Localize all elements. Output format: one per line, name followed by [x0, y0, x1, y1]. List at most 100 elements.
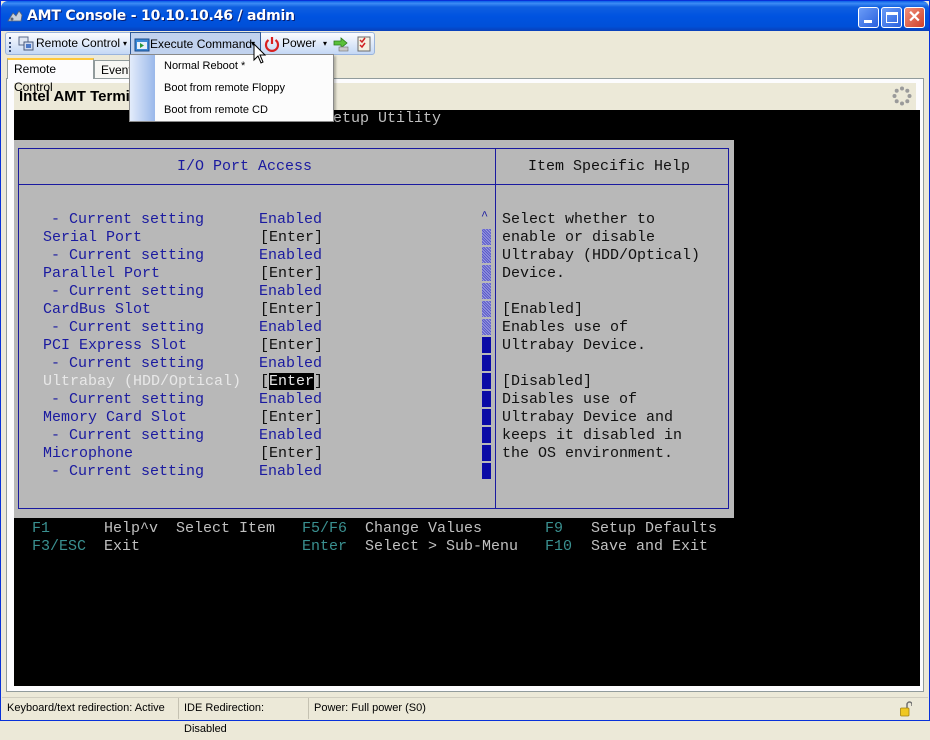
minimize-icon: [864, 20, 872, 23]
app-icon: [7, 10, 23, 22]
bios-option-label[interactable]: - Current setting: [51, 211, 204, 229]
bios-option-value[interactable]: Enabled: [259, 391, 322, 409]
bios-option-value[interactable]: [Enter]: [260, 229, 323, 247]
footer-description: Change Values: [365, 520, 483, 537]
footer-description: Select > Sub-Menu: [365, 538, 519, 555]
bios-option-value[interactable]: [Enter]: [260, 301, 323, 319]
power-dropdown[interactable]: ▾: [320, 33, 330, 54]
help-line: Ultrabay Device.: [502, 337, 647, 354]
remote-control-dropdown[interactable]: ▾: [120, 33, 130, 54]
tab-remote-control[interactable]: Remote Control: [7, 58, 94, 94]
bios-window: I/O Port Access Item Specific Help ^ - C…: [14, 140, 734, 518]
footer-description: Select Item: [176, 520, 276, 537]
bios-option-value[interactable]: [Enter]: [260, 337, 323, 355]
footer-key: F1: [32, 520, 51, 537]
scrollbar-track-segment[interactable]: [482, 229, 491, 245]
bios-option-value[interactable]: Enabled: [259, 355, 322, 373]
close-icon: ✕: [907, 9, 922, 26]
scroll-up-indicator[interactable]: ^: [481, 209, 488, 223]
help-line: Enables use of: [502, 319, 629, 336]
bios-option-value[interactable]: Enabled: [259, 283, 322, 301]
bios-option-value[interactable]: Enabled: [259, 211, 322, 229]
execute-command-menu: Normal Reboot * Boot from remote Floppy …: [129, 54, 334, 122]
bios-option-value[interactable]: [Enter]: [260, 445, 323, 463]
execute-command-icon: [134, 38, 150, 52]
scrollbar-thumb-segment[interactable]: [482, 427, 491, 443]
selected-value-highlight: Enter: [269, 373, 315, 390]
scrollbar-thumb-segment[interactable]: [482, 373, 491, 389]
bios-option-value[interactable]: Enabled: [259, 463, 322, 481]
title-bar[interactable]: AMT Console - 10.10.10.46 / admin ✕: [1, 1, 929, 31]
power-status: Power: Full power (S0): [314, 702, 426, 714]
bios-option-label[interactable]: - Current setting: [51, 319, 204, 337]
scrollbar-track-segment[interactable]: [482, 265, 491, 281]
help-line: Select whether to: [502, 211, 656, 228]
scrollbar-track-segment[interactable]: [482, 283, 491, 299]
execute-command-button[interactable]: Execute Command ▾: [130, 32, 261, 55]
remote-control-label: Remote Control: [36, 36, 121, 50]
bios-option-label[interactable]: - Current setting: [51, 247, 204, 265]
power-button[interactable]: Power ▾: [262, 33, 332, 54]
help-line: Ultrabay Device and: [502, 409, 674, 426]
help-line: [Enabled]: [502, 301, 584, 318]
footer-key: F5/F6: [302, 520, 348, 537]
bios-option-label[interactable]: Memory Card Slot: [43, 409, 187, 427]
checklist-icon: [357, 36, 371, 52]
footer-description: Help^v: [104, 520, 159, 537]
section-title: I/O Port Access: [177, 158, 313, 175]
help-title: Item Specific Help: [528, 158, 691, 175]
toolbar-grip[interactable]: [9, 37, 12, 52]
bios-option-label[interactable]: - Current setting: [51, 463, 204, 481]
bios-option-label[interactable]: - Current setting: [51, 283, 204, 301]
connect-button[interactable]: [331, 33, 351, 54]
menu-item-normal-reboot[interactable]: Normal Reboot *: [156, 55, 333, 77]
footer-key: F9: [545, 520, 564, 537]
help-line: Device.: [502, 265, 566, 282]
bios-option-label[interactable]: - Current setting: [51, 427, 204, 445]
bios-option-label[interactable]: Parallel Port: [43, 265, 160, 283]
menu-item-boot-floppy[interactable]: Boot from remote Floppy: [156, 77, 333, 99]
scrollbar-thumb-segment[interactable]: [482, 355, 491, 371]
checklist-button[interactable]: [354, 33, 374, 54]
window-title: AMT Console - 10.10.10.46 / admin: [27, 8, 295, 24]
scrollbar-track-segment[interactable]: [482, 301, 491, 317]
bios-option-label[interactable]: - Current setting: [51, 391, 204, 409]
scrollbar-track-segment[interactable]: [482, 247, 491, 263]
bios-option-value[interactable]: Enabled: [259, 427, 322, 445]
bios-option-value[interactable]: [Enter]: [260, 265, 323, 283]
remote-control-button[interactable]: Remote Control: [18, 33, 130, 54]
close-button[interactable]: ✕: [904, 7, 925, 28]
menu-item-boot-cd[interactable]: Boot from remote CD: [156, 99, 333, 121]
help-line: Ultrabay (HDD/Optical): [502, 247, 701, 264]
keyboard-redirection-status: Keyboard/text redirection: Active: [2, 698, 179, 719]
bios-option-value[interactable]: [Enter]: [260, 373, 323, 391]
toolbar: Remote Control ▾ Execute Command ▾ Power…: [5, 32, 375, 55]
help-line: the OS environment.: [502, 445, 674, 462]
execute-command-label: Execute Command: [150, 37, 253, 51]
bios-option-label[interactable]: CardBus Slot: [43, 301, 151, 319]
scrollbar-thumb-segment[interactable]: [482, 409, 491, 425]
menu-gutter: [130, 55, 155, 121]
scrollbar-thumb-segment[interactable]: [482, 337, 491, 353]
terminal-screen[interactable]: Setup Utility I/O Port Access Item Speci…: [14, 110, 920, 686]
minimize-button[interactable]: [858, 7, 879, 28]
bios-option-label[interactable]: Microphone: [43, 445, 133, 463]
footer-description: Exit: [104, 538, 141, 555]
scrollbar-thumb-segment[interactable]: [482, 391, 491, 407]
bios-option-label[interactable]: Serial Port: [43, 229, 142, 247]
remote-control-icon: [18, 36, 34, 51]
footer-description: Save and Exit: [591, 538, 709, 555]
bios-option-value[interactable]: Enabled: [259, 247, 322, 265]
scrollbar-thumb-segment[interactable]: [482, 445, 491, 461]
bios-option-value[interactable]: [Enter]: [260, 409, 323, 427]
bios-option-label[interactable]: PCI Express Slot: [43, 337, 187, 355]
maximize-button[interactable]: [881, 7, 902, 28]
scrollbar-track-segment[interactable]: [482, 319, 491, 335]
maximize-icon: [886, 12, 898, 23]
bios-option-label[interactable]: - Current setting: [51, 355, 204, 373]
scrollbar-thumb-segment[interactable]: [482, 463, 491, 479]
bios-option-value[interactable]: Enabled: [259, 319, 322, 337]
bios-option-label[interactable]: Ultrabay (HDD/Optical): [43, 373, 241, 391]
forward-arrow-icon: [333, 37, 349, 52]
footer-key: Enter: [302, 538, 348, 555]
